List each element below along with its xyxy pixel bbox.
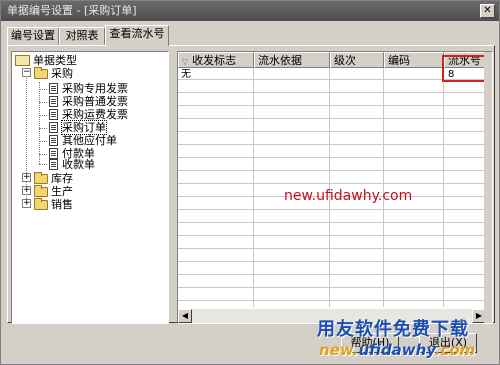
folder-icon [34,67,48,79]
sort-icon: ▽ [182,57,189,66]
column-header-code[interactable]: 编码 [384,52,444,68]
close-icon: ✕ [483,5,492,16]
table-row[interactable] [178,250,486,262]
tab-mapping-table[interactable]: 对照表 [59,27,105,45]
folder-icon [34,185,48,197]
tree-item-purchase-special-invoice[interactable]: 采购专用发票 [62,82,128,95]
dialog-window: 单据编号设置 - [采购订单] ✕ 编号设置 对照表 查看流水号 单据类型 − … [0,0,500,365]
collapse-icon[interactable]: − [22,68,31,77]
tree-line [39,89,47,90]
table-row[interactable] [178,289,486,301]
tree-line [39,154,47,155]
tree-item-label: 生产 [51,185,73,198]
tree-item-label: 收款单 [62,158,95,171]
brand-url-suffix: .com [434,341,476,359]
tree-item-purchase-normal-invoice[interactable]: 采购普通发票 [62,95,128,108]
tree-item-label: 采购普通发票 [62,95,128,108]
tree-root-label: 单据类型 [33,54,77,67]
tree-item-sales[interactable]: 销售 [51,198,73,211]
table-row[interactable] [178,94,486,106]
folder-icon [34,172,48,184]
tree-item-label: 采购专用发票 [62,82,128,95]
column-header-level[interactable]: 级次 [330,52,384,68]
table-row[interactable] [178,107,486,119]
tree-item-label: 采购运费发票 [62,108,128,121]
window-title: 单据编号设置 - [采购订单] [7,4,137,17]
tree-line [39,115,47,116]
close-button[interactable]: ✕ [480,4,495,18]
tree-item-production[interactable]: 生产 [51,185,73,198]
open-folder-icon [15,55,30,66]
tree-line [39,102,47,103]
document-icon [49,135,58,146]
tree-line [39,164,47,165]
tree-item-purchase[interactable]: 采购 [51,67,73,80]
table-row[interactable] [178,159,486,171]
brand-logo-text: 用友软件免费下载 [317,319,469,340]
table-row[interactable] [178,224,486,236]
tree-item-label: 采购 [51,67,73,80]
brand-url-domain: ufidawhy [358,341,435,359]
brand-url: new.ufidawhy.com [319,341,475,359]
table-row[interactable] [178,237,486,249]
document-icon [49,96,58,107]
column-header-flag[interactable]: ▽ 收发标志 [178,52,254,68]
expand-icon[interactable]: + [22,199,31,208]
column-header-basis[interactable]: 流水依据 [254,52,330,68]
tree-item-label: 库存 [51,172,73,185]
tree-line [26,69,27,203]
tree-item-purchase-order[interactable]: 采购订单 [61,120,107,135]
expand-icon[interactable]: + [22,173,31,182]
table-row[interactable] [178,263,486,275]
table-row[interactable] [178,276,486,288]
title-bar: 单据编号设置 - [采购订单] ✕ [1,1,499,21]
document-icon [49,148,58,159]
tree-item-purchase-freight-invoice[interactable]: 采购运费发票 [62,108,128,121]
document-icon [49,83,58,94]
watermark-text: new.ufidawhy.com [284,188,413,204]
expand-icon[interactable]: + [22,186,31,195]
tree-line [39,82,40,164]
scroll-left-icon[interactable]: ◀ [178,309,192,323]
tree-line [39,128,47,129]
tree-item-label: 销售 [51,198,73,211]
tree-item-other-payable[interactable]: 其他应付单 [62,134,117,147]
document-icon [49,159,58,170]
folder-icon [34,198,48,210]
cell-flag[interactable]: 无 [181,69,191,80]
tree-item-inventory[interactable]: 库存 [51,172,73,185]
vertical-scrollbar[interactable] [484,52,492,323]
table-row[interactable] [178,133,486,145]
document-icon [49,122,58,133]
tree-line [39,141,47,142]
column-header-label: 收发标志 [192,54,237,67]
document-icon [49,109,58,120]
table-row[interactable] [178,146,486,158]
table-row[interactable] [178,172,486,184]
table-row[interactable] [178,68,486,80]
table-row[interactable] [178,211,486,223]
table-row[interactable] [178,81,486,93]
tab-view-serial[interactable]: 查看流水号 [105,25,169,46]
tab-number-settings[interactable]: 编号设置 [7,27,59,45]
tree-item-label: 其他应付单 [62,134,117,147]
table-row[interactable] [178,120,486,132]
tree-item-receipt[interactable]: 收款单 [62,158,95,171]
tree-item-label: 采购订单 [61,120,107,135]
document-type-tree[interactable]: 单据类型 − 采购 采购专用发票 采购普通发票 采购运费发票 采购订单 其他应付… [11,51,169,324]
brand-url-prefix: new. [319,341,359,359]
serial-number-grid[interactable]: ▽ 收发标志 流水依据 级次 编码 流水号 无 8 ◀ ▶ new.ufidawh… [177,51,493,324]
tree-root[interactable]: 单据类型 [33,54,77,67]
